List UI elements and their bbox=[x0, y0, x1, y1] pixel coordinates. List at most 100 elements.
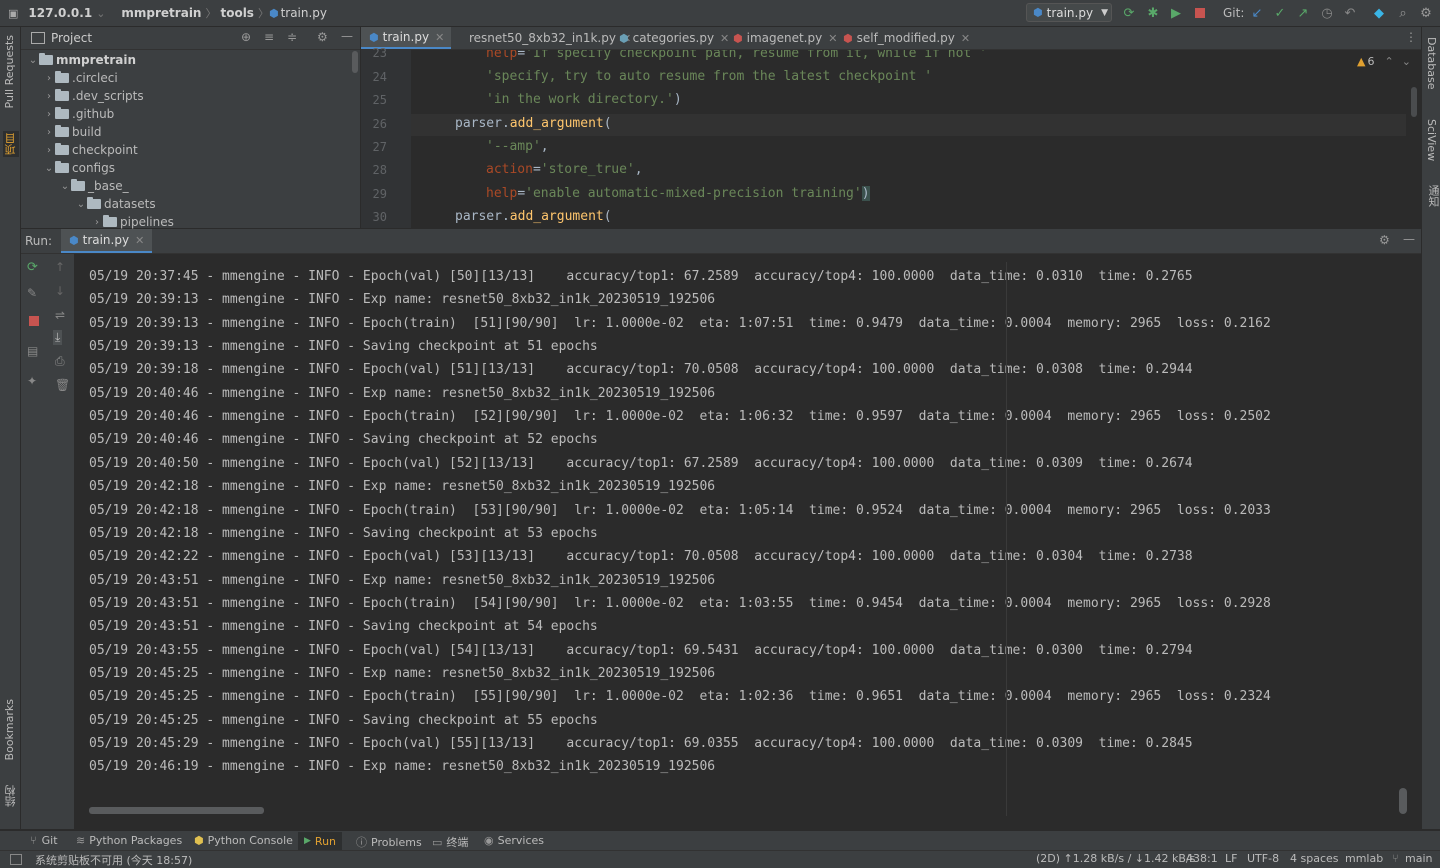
close-icon[interactable]: ✕ bbox=[720, 32, 729, 45]
chevron-down-icon[interactable]: ⌄ bbox=[96, 7, 105, 20]
tree-scrollbar[interactable] bbox=[352, 51, 358, 73]
git-push-icon[interactable]: ↗ bbox=[1295, 5, 1311, 21]
tree-item[interactable]: ⌄ mmpretrain bbox=[27, 51, 136, 69]
debug-icon[interactable]: ✱ bbox=[1145, 5, 1161, 21]
chevron-down-icon[interactable]: ⌄ bbox=[59, 181, 71, 192]
gear-icon[interactable]: ⚙ bbox=[317, 30, 328, 44]
chevron-right-icon[interactable]: › bbox=[43, 91, 55, 102]
indent-setting[interactable]: 4 spaces bbox=[1290, 852, 1339, 865]
soft-wrap-icon[interactable]: ⇌ bbox=[55, 308, 65, 322]
close-icon[interactable]: ✕ bbox=[435, 31, 444, 44]
run-with-coverage-icon[interactable]: ▶ bbox=[1168, 5, 1184, 21]
wrench-icon[interactable]: ✎ bbox=[27, 286, 37, 300]
chevron-right-icon[interactable]: › bbox=[43, 73, 55, 84]
folder-icon bbox=[87, 197, 101, 209]
editor-tab-self-modified[interactable]: ⬢ self_modified.py ✕ bbox=[843, 27, 970, 49]
tree-item[interactable]: ⌄ datasets bbox=[75, 195, 156, 213]
chevron-right-icon[interactable]: › bbox=[91, 217, 103, 228]
chevron-down-icon[interactable]: ⌄ bbox=[27, 55, 39, 66]
collapse-all-icon[interactable]: ≑ bbox=[287, 30, 297, 44]
python-file-icon: ⬢ bbox=[1033, 6, 1043, 19]
chevron-right-icon[interactable]: › bbox=[43, 109, 55, 120]
hide-panel-icon[interactable]: — bbox=[1403, 232, 1415, 246]
tree-item[interactable]: ⌄ configs bbox=[43, 159, 115, 177]
rerun-icon[interactable]: ⟳ bbox=[27, 260, 38, 275]
tool-terminal[interactable]: ▭ 终端 bbox=[432, 834, 468, 850]
arrow-up-icon[interactable]: ↑ bbox=[55, 260, 65, 274]
breadcrumb-project[interactable]: mmpretrain bbox=[117, 6, 205, 20]
python-interpreter[interactable]: mmlab bbox=[1345, 852, 1383, 865]
sciview-tab[interactable]: SciView bbox=[1425, 119, 1438, 161]
structure-tab[interactable]: 结构 bbox=[3, 785, 19, 807]
chevron-down-icon[interactable]: ⌄ bbox=[75, 199, 87, 210]
editor-tab-resnet50[interactable]: resnet50_8xb32_in1k.py ✕ bbox=[469, 27, 631, 49]
project-panel-title[interactable]: Project bbox=[51, 31, 92, 45]
rollback-icon[interactable]: ↶ bbox=[1342, 5, 1358, 21]
breadcrumb-folder[interactable]: tools bbox=[216, 6, 257, 20]
database-tab[interactable]: Database bbox=[1425, 37, 1438, 90]
gear-icon[interactable]: ⚙ bbox=[1379, 233, 1390, 247]
git-update-icon[interactable]: ↙ bbox=[1249, 5, 1265, 21]
close-icon[interactable]: ✕ bbox=[961, 32, 970, 45]
tool-python-console[interactable]: ⬢ Python Console bbox=[194, 834, 293, 847]
line-separator[interactable]: LF bbox=[1225, 852, 1237, 865]
console-horizontal-scrollbar[interactable] bbox=[89, 807, 264, 814]
editor-tab-imagenet[interactable]: ⬢ imagenet.py ✕ bbox=[733, 27, 837, 49]
expand-all-icon[interactable]: ≡ bbox=[264, 30, 274, 44]
tool-git[interactable]: ⑂ Git bbox=[30, 834, 58, 847]
code-with-me-icon[interactable]: ◆ bbox=[1371, 5, 1387, 21]
chevron-right-icon[interactable]: › bbox=[43, 145, 55, 156]
caret-position[interactable]: 438:1 bbox=[1186, 852, 1218, 865]
chevron-down-icon[interactable]: ⌄ bbox=[1402, 55, 1411, 68]
notifications-tab[interactable]: 通知 bbox=[1425, 185, 1440, 207]
tool-run[interactable]: ▶ Run bbox=[298, 832, 343, 850]
gear-icon[interactable]: ⚙ bbox=[1418, 5, 1434, 21]
breadcrumb-host[interactable]: 127.0.0.1 bbox=[24, 6, 96, 20]
close-icon[interactable]: ✕ bbox=[135, 234, 144, 247]
run-configuration-select[interactable]: ⬢ train.py ▼ bbox=[1026, 3, 1112, 22]
inspection-widget[interactable]: ▲ 6 ⌃ ⌄ bbox=[1357, 55, 1411, 68]
tool-services[interactable]: ◉ Services bbox=[484, 834, 544, 847]
breadcrumb-file[interactable]: train.py bbox=[281, 6, 327, 20]
stop-icon[interactable] bbox=[29, 316, 39, 326]
pin-icon[interactable]: ✦ bbox=[27, 374, 37, 388]
stop-icon[interactable] bbox=[1192, 5, 1208, 21]
chevron-up-icon[interactable]: ⌃ bbox=[1384, 55, 1393, 68]
tree-item[interactable]: › checkpoint bbox=[43, 141, 138, 159]
git-commit-icon[interactable]: ✓ bbox=[1272, 5, 1288, 21]
chevron-right-icon[interactable]: › bbox=[43, 127, 55, 138]
more-tabs-icon[interactable]: ⋮ bbox=[1405, 30, 1417, 44]
trash-icon[interactable]: 🗑 bbox=[55, 378, 70, 392]
rerun-icon[interactable]: ⟳ bbox=[1121, 5, 1137, 21]
locate-file-icon[interactable]: ⊕ bbox=[241, 30, 251, 44]
tree-item[interactable]: ⌄ _base_ bbox=[59, 177, 129, 195]
pull-requests-tab[interactable]: Pull Requests bbox=[3, 35, 16, 108]
tree-item[interactable]: › .github bbox=[43, 105, 114, 123]
tool-problems[interactable]: ⓘ Problems bbox=[356, 834, 422, 850]
tree-item[interactable]: › .circleci bbox=[43, 69, 118, 87]
tree-item[interactable]: › .dev_scripts bbox=[43, 87, 144, 105]
history-icon[interactable]: ◷ bbox=[1319, 5, 1335, 21]
scroll-to-end-icon[interactable]: ⤓ bbox=[53, 330, 63, 345]
run-tab-train[interactable]: ⬢ train.py ✕ bbox=[61, 229, 153, 253]
status-toggle-icon[interactable] bbox=[10, 854, 22, 865]
console-vertical-scrollbar[interactable] bbox=[1399, 788, 1407, 814]
console-output[interactable]: 05/19 20:37:45 - mmengine - INFO - Epoch… bbox=[75, 254, 1421, 816]
tree-item[interactable]: › build bbox=[43, 123, 102, 141]
status-message[interactable]: 系统剪贴板不可用 (今天 18:57) bbox=[35, 852, 192, 868]
editor-scrollbar[interactable] bbox=[1411, 87, 1417, 117]
code-area[interactable]: help='If specify checkpoint path, resume… bbox=[411, 50, 1406, 228]
tool-python-packages[interactable]: ≋ Python Packages bbox=[76, 834, 182, 847]
close-icon[interactable]: ✕ bbox=[828, 32, 837, 45]
git-branch[interactable]: main bbox=[1405, 852, 1432, 865]
hide-panel-icon[interactable]: — bbox=[341, 29, 353, 43]
print-icon[interactable]: ⎙ bbox=[55, 354, 65, 369]
editor-tab-categories[interactable]: ⬢ categories.py ✕ bbox=[619, 27, 729, 49]
chevron-down-icon[interactable]: ⌄ bbox=[43, 163, 55, 174]
layout-icon[interactable]: ▤ bbox=[27, 344, 38, 358]
arrow-down-icon[interactable]: ↓ bbox=[55, 284, 65, 298]
file-encoding[interactable]: UTF-8 bbox=[1247, 852, 1279, 865]
search-icon[interactable]: ⌕ bbox=[1395, 5, 1411, 21]
bookmarks-tab[interactable]: Bookmarks bbox=[3, 699, 16, 760]
project-tab[interactable]: 项目 bbox=[3, 131, 19, 157]
